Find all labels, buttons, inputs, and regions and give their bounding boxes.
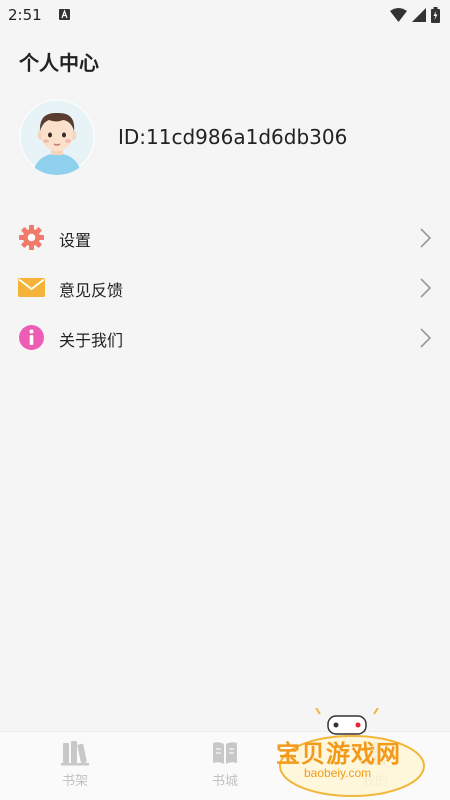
- settings-menu: 设置 意见反馈 关于我们: [0, 213, 450, 363]
- status-time: 2:51: [8, 6, 42, 24]
- a-notification-icon: [59, 9, 70, 20]
- user-id: ID:11cd986a1d6db306: [118, 125, 348, 149]
- watermark-subtext: baobeiy.com: [304, 766, 372, 780]
- menu-label-settings: 设置: [59, 231, 92, 250]
- menu-item-feedback[interactable]: 意见反馈: [0, 263, 450, 313]
- menu-label-feedback: 意见反馈: [59, 281, 124, 300]
- bookshelf-icon: [61, 741, 89, 766]
- battery-icon: [431, 7, 440, 23]
- status-bar: 2:51: [0, 0, 450, 30]
- chevron-right-icon: [420, 278, 432, 298]
- chevron-right-icon: [420, 228, 432, 248]
- chevron-right-icon: [420, 328, 432, 348]
- watermark-text: 宝贝游戏网: [276, 740, 401, 768]
- page-title: 个人中心: [19, 51, 99, 75]
- tab-bookstore[interactable]: 书城: [185, 740, 265, 789]
- avatar[interactable]: [19, 99, 95, 175]
- info-icon: [19, 325, 44, 350]
- mail-icon: [18, 278, 45, 297]
- menu-item-settings[interactable]: 设置: [0, 213, 450, 263]
- watermark-logo: 宝贝游戏网 baobeiy.com: [270, 708, 430, 800]
- book-open-icon: [213, 742, 237, 764]
- wifi-icon: [390, 8, 407, 22]
- tab-label-bookshelf: 书架: [61, 774, 88, 789]
- status-icons: [390, 7, 440, 23]
- gear-icon: [19, 225, 44, 250]
- signal-icon: [412, 8, 426, 22]
- avatar-boy-icon: [19, 99, 95, 175]
- menu-label-about: 关于我们: [59, 331, 124, 350]
- menu-item-about[interactable]: 关于我们: [0, 313, 450, 363]
- tab-label-bookstore: 书城: [211, 774, 238, 789]
- tab-bookshelf[interactable]: 书架: [35, 740, 115, 789]
